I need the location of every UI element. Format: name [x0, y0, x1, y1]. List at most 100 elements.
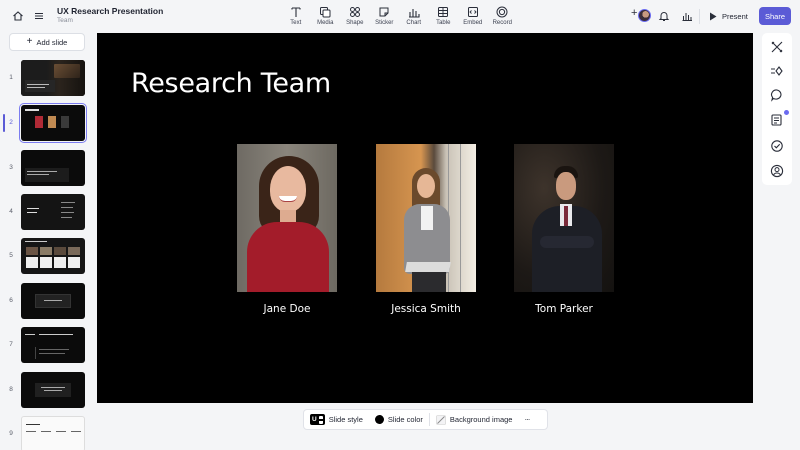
- chart-tool-button[interactable]: Chart: [399, 4, 429, 30]
- shape-tool-button[interactable]: Shape: [340, 4, 370, 30]
- document-subtitle: Team: [57, 17, 73, 24]
- background-image-label: Background image: [449, 415, 513, 424]
- embed-tool-button[interactable]: Embed: [458, 4, 488, 30]
- present-button[interactable]: Present: [703, 7, 753, 25]
- slide-color-label: Slide color: [387, 415, 423, 424]
- team-member-card[interactable]: Tom Parker: [514, 144, 614, 315]
- table-tool-button[interactable]: Table: [429, 4, 459, 30]
- toolbar-divider: [699, 9, 700, 24]
- insert-toolbar: Text Media Shape Sticker Chart Table Emb…: [281, 4, 517, 30]
- member-photo[interactable]: [514, 144, 614, 292]
- slide-number: 9: [9, 430, 13, 437]
- right-sidebar: [762, 33, 792, 185]
- slide-number: 3: [9, 164, 13, 171]
- slide-thumbnail-row[interactable]: 3: [0, 150, 95, 188]
- sticker-icon: [379, 7, 389, 17]
- slide-thumbnail[interactable]: [21, 60, 85, 96]
- more-icon: ···: [524, 415, 530, 424]
- slide-number: 5: [9, 252, 13, 259]
- slide-number: 4: [9, 208, 13, 215]
- member-name[interactable]: Jessica Smith: [356, 303, 496, 315]
- embed-icon: [467, 7, 478, 17]
- comment-icon[interactable]: [770, 88, 784, 102]
- slide-thumbnail-row[interactable]: 4: [0, 194, 95, 232]
- avatar: [638, 9, 651, 22]
- more-options-button[interactable]: ···: [518, 410, 535, 429]
- tool-label: Shape: [346, 20, 364, 26]
- member-name[interactable]: Jane Doe: [217, 303, 357, 315]
- menu-icon[interactable]: [31, 8, 47, 24]
- sticker-tool-button[interactable]: Sticker: [370, 4, 400, 30]
- no-image-icon: [436, 414, 446, 425]
- slide-style-button[interactable]: U Slide style: [304, 410, 369, 429]
- slide-thumbnail-row[interactable]: 9: [0, 416, 95, 450]
- slide-thumbnail-row[interactable]: 6: [0, 283, 95, 321]
- slide-thumbnail[interactable]: [21, 238, 85, 274]
- tool-label: Embed: [463, 20, 483, 26]
- tool-label: Text: [290, 20, 302, 26]
- slide-thumbnail[interactable]: [21, 416, 85, 450]
- shape-icon: [349, 7, 360, 17]
- slide-number: 1: [9, 74, 13, 81]
- slide-style-icon: U: [310, 414, 325, 425]
- checklist-icon[interactable]: [770, 139, 784, 153]
- slide-thumbnail-row[interactable]: 7: [0, 327, 95, 365]
- record-tool-button[interactable]: Record: [488, 4, 518, 30]
- media-tool-button[interactable]: Media: [311, 4, 341, 30]
- slide-number: 8: [9, 386, 13, 393]
- member-name[interactable]: Tom Parker: [494, 303, 634, 315]
- slide-title[interactable]: Research Team: [131, 68, 331, 99]
- team-member-card[interactable]: Jane Doe: [237, 144, 337, 315]
- slide-thumbnail-row[interactable]: 2: [0, 103, 95, 143]
- notes-icon[interactable]: [770, 113, 784, 127]
- slide-thumbnail-row[interactable]: 8: [0, 372, 95, 410]
- slide-thumbnail[interactable]: [21, 327, 85, 363]
- member-photo[interactable]: [237, 144, 337, 292]
- chart-icon: [408, 9, 420, 18]
- text-tool-button[interactable]: Text: [281, 4, 311, 30]
- slide-thumbnail[interactable]: [19, 103, 87, 143]
- background-image-button[interactable]: Background image: [430, 410, 519, 429]
- tool-label: Media: [317, 20, 334, 26]
- top-bar: UX Research Presentation Team Text Media…: [0, 0, 800, 33]
- play-icon: [710, 12, 717, 20]
- slide-thumbnail-row[interactable]: 1: [0, 60, 95, 98]
- table-icon: [438, 7, 449, 17]
- slide-number: 2: [9, 119, 13, 126]
- animation-icon[interactable]: [770, 64, 784, 78]
- slide-thumbnail[interactable]: [21, 283, 85, 319]
- notification-bell-icon[interactable]: [656, 8, 672, 24]
- design-tools-icon[interactable]: [770, 40, 784, 54]
- team-member-card[interactable]: Jessica Smith: [376, 144, 476, 315]
- slide-style-label: Slide style: [328, 415, 363, 424]
- record-icon: [496, 6, 508, 18]
- slide-number: 7: [9, 341, 13, 348]
- color-swatch-icon: [374, 415, 384, 424]
- slide-thumbnail-row[interactable]: 5: [0, 238, 95, 276]
- home-icon[interactable]: [10, 8, 26, 24]
- analytics-icon[interactable]: [679, 8, 695, 24]
- collaborators[interactable]: +: [629, 7, 651, 24]
- slide-canvas[interactable]: Research Team Jane Doe Jessica Smith Tom…: [97, 33, 753, 403]
- document-title[interactable]: UX Research Presentation: [57, 6, 163, 16]
- share-button[interactable]: Share: [759, 7, 791, 25]
- add-collaborator-icon[interactable]: +: [631, 7, 637, 19]
- tool-label: Record: [492, 20, 512, 26]
- active-slide-indicator: [3, 114, 5, 132]
- member-photo[interactable]: [376, 144, 476, 292]
- add-slide-button[interactable]: + Add slide: [9, 33, 85, 51]
- slide-thumbnail[interactable]: [21, 194, 85, 230]
- slide-number: 6: [9, 297, 13, 304]
- text-icon: [291, 7, 301, 17]
- tool-label: Chart: [406, 20, 422, 26]
- media-icon: [320, 7, 331, 18]
- profile-icon[interactable]: [770, 164, 784, 178]
- slide-color-button[interactable]: Slide color: [369, 410, 429, 429]
- slide-thumbnail[interactable]: [21, 150, 85, 186]
- slide-style-badge: U: [312, 416, 317, 423]
- plus-icon: +: [26, 36, 33, 47]
- slide-thumbnail[interactable]: [21, 372, 85, 408]
- add-slide-label: Add slide: [36, 37, 68, 47]
- present-label: Present: [722, 11, 748, 21]
- tool-label: Sticker: [375, 20, 394, 26]
